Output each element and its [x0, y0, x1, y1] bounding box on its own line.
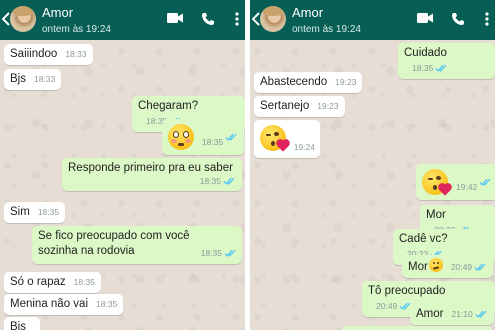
message-bubble[interactable]: Sim 18:35 — [4, 202, 66, 223]
message-time: 20:49 — [450, 262, 473, 272]
message-time: 21:10 — [451, 309, 473, 319]
message-time: 19:24 — [293, 142, 315, 152]
message-text: Tô preocupado — [368, 285, 446, 297]
message-bubble[interactable]: Se fico preocupado com você sozinha na r… — [32, 226, 242, 264]
message-text: Chegaram? — [138, 100, 199, 112]
message-time: 18:35 — [202, 137, 224, 147]
double-check-icon — [475, 310, 488, 318]
double-check-icon — [474, 263, 487, 271]
message-bubble[interactable]: Cuidado 18:35 — [398, 43, 495, 79]
message-bubble[interactable]: Abastecendo 19:23 — [254, 72, 363, 93]
message-bubble[interactable]: Sertanejo 19:23 — [254, 96, 345, 117]
message-bubble[interactable]: Bjs — [4, 317, 40, 330]
message-text: Sim — [10, 206, 30, 218]
message-time: 18:35 — [200, 248, 222, 258]
double-check-icon — [225, 133, 238, 141]
message-text: Se fico preocupado com você sozinha na r… — [38, 230, 190, 257]
message-bubble[interactable]: Bjs 18:33 — [4, 69, 62, 90]
message-time: 18:35 — [73, 277, 95, 287]
message-time: 18:33 — [65, 49, 87, 59]
last-seen-status: ontem às 19:24 — [292, 24, 361, 35]
chat-header: Amor ontem às 19:24 — [250, 0, 495, 40]
contact-name[interactable]: Amor — [42, 6, 73, 20]
more-options-icon[interactable] — [485, 12, 489, 26]
message-time: 18:35 — [37, 207, 60, 217]
message-bubble[interactable]: Menina não vai 18:35 — [4, 294, 124, 315]
double-check-icon — [479, 178, 492, 186]
phone-icon[interactable] — [451, 12, 465, 26]
message-text: Responde primeiro pra eu saber — [68, 162, 233, 174]
message-text: Só o rapaz — [10, 276, 66, 288]
double-check-icon — [435, 64, 448, 72]
message-bubble[interactable] — [342, 326, 492, 330]
contact-name[interactable]: Amor — [292, 6, 323, 20]
message-text: Bjs — [10, 73, 26, 85]
flushed-face-emoji — [168, 124, 194, 150]
message-time: 20:49 — [376, 301, 398, 311]
message-text: Cuidado — [404, 47, 447, 59]
chat-screen-left: Amor ontem às 19:24 Saiiindoo 18:33 Bjs 18… — [0, 0, 245, 330]
face-blowing-kiss-emoji — [260, 125, 289, 152]
chat-screen-right: Amor ontem às 19:24 Cuidado 18:35 Abastec… — [250, 0, 495, 330]
message-text: Mor — [408, 261, 428, 273]
message-bubble[interactable]: 19:42 — [416, 164, 495, 200]
message-text: Abastecendo — [260, 76, 328, 88]
message-time: 19:23 — [317, 101, 339, 111]
message-text: Menina não vai — [10, 298, 88, 310]
chat-header: Amor ontem às 19:24 — [0, 0, 245, 40]
message-bubble[interactable]: Responde primeiro pra eu saber 18:35 — [62, 158, 242, 191]
message-text: Cadê vc? — [399, 233, 448, 245]
message-text: Amor — [416, 308, 444, 320]
more-options-icon[interactable] — [235, 12, 239, 26]
phone-icon[interactable] — [201, 12, 215, 26]
message-bubble[interactable]: Mor 20:49 — [402, 255, 494, 278]
message-bubble[interactable]: Saiiindoo 18:33 — [4, 44, 93, 65]
message-bubble[interactable]: 18:35 — [162, 119, 245, 155]
double-check-icon — [223, 177, 236, 185]
message-bubble[interactable]: Só o rapaz 18:35 — [4, 272, 101, 293]
message-time: 18:35 — [412, 63, 434, 73]
back-arrow-icon[interactable] — [252, 12, 260, 26]
face-blowing-kiss-emoji — [422, 169, 451, 196]
confused-face-emoji — [428, 258, 443, 272]
message-time: 19:42 — [456, 182, 478, 192]
message-bubble[interactable]: 19:24 — [254, 120, 320, 158]
avatar[interactable] — [260, 6, 286, 32]
message-time: 18:33 — [33, 74, 56, 84]
message-text: Saiiindoo — [10, 48, 58, 60]
last-seen-status: ontem às 19:24 — [42, 24, 111, 35]
message-time: 18:35 — [96, 299, 118, 309]
back-arrow-icon[interactable] — [2, 12, 10, 26]
message-time: 19:23 — [335, 77, 357, 87]
message-bubble[interactable]: Amor 21:10 — [410, 304, 494, 325]
message-time: 18:35 — [199, 176, 221, 186]
double-check-icon — [224, 249, 237, 257]
avatar[interactable] — [10, 6, 36, 32]
video-call-icon[interactable] — [417, 12, 433, 24]
message-text: Sertanejo — [260, 100, 310, 112]
video-call-icon[interactable] — [167, 12, 183, 24]
message-text: Mor — [426, 209, 446, 221]
message-text: Bjs — [10, 321, 26, 330]
